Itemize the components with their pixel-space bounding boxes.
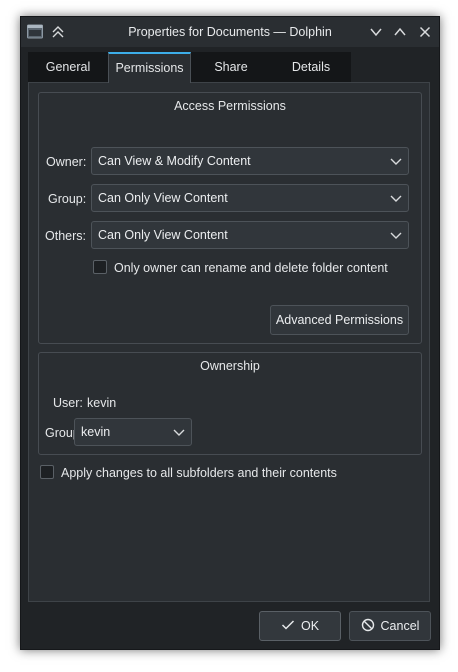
apply-recursive-checkbox-label[interactable]: Apply changes to all subfolders and thei… bbox=[61, 466, 337, 480]
apply-recursive-checkbox[interactable] bbox=[40, 465, 54, 479]
checkmark-icon bbox=[281, 620, 294, 630]
chevron-down-icon bbox=[173, 429, 185, 436]
tab-permissions[interactable]: Permissions bbox=[108, 52, 191, 83]
user-label: User: bbox=[53, 396, 83, 410]
cancel-icon bbox=[361, 619, 374, 632]
chevron-down-icon bbox=[390, 195, 402, 202]
others-permission-value: Can Only View Content bbox=[98, 228, 228, 242]
close-icon[interactable] bbox=[418, 25, 432, 42]
chevron-down-icon bbox=[390, 158, 402, 165]
ok-button-label: OK bbox=[300, 619, 320, 633]
ownership-group: Ownership User: kevin Group: kevin bbox=[38, 352, 422, 455]
access-permissions-group: Access Permissions Owner: Can View & Mod… bbox=[38, 92, 422, 344]
cancel-button[interactable]: Cancel bbox=[349, 611, 431, 641]
advanced-permissions-button[interactable]: Advanced Permissions bbox=[270, 305, 409, 335]
others-permission-select[interactable]: Can Only View Content bbox=[91, 221, 409, 249]
ownership-group-value: kevin bbox=[81, 425, 111, 439]
maximize-icon[interactable] bbox=[393, 25, 407, 42]
ownership-title: Ownership bbox=[200, 359, 260, 373]
ownership-group-select[interactable]: kevin bbox=[74, 418, 192, 446]
minimize-icon[interactable] bbox=[369, 25, 383, 42]
title-bar[interactable]: Properties for Documents — Dolphin bbox=[21, 17, 439, 47]
only-owner-checkbox-label[interactable]: Only owner can rename and delete folder … bbox=[114, 261, 388, 275]
chevron-down-icon bbox=[390, 232, 402, 239]
keep-above-icon[interactable] bbox=[51, 25, 65, 42]
permissions-panel: Access Permissions Owner: Can View & Mod… bbox=[28, 82, 430, 602]
tab-details[interactable]: Details bbox=[271, 52, 351, 82]
properties-dialog: Properties for Documents — Dolphin Gener… bbox=[20, 16, 440, 650]
group-permission-select[interactable]: Can Only View Content bbox=[91, 184, 409, 212]
access-permissions-title: Access Permissions bbox=[174, 99, 286, 113]
tab-share[interactable]: Share bbox=[191, 52, 271, 82]
group-permission-value: Can Only View Content bbox=[98, 191, 228, 205]
user-value: kevin bbox=[87, 396, 117, 410]
folder-icon[interactable] bbox=[27, 24, 43, 42]
only-owner-checkbox[interactable] bbox=[93, 260, 107, 274]
owner-permission-select[interactable]: Can View & Modify Content bbox=[91, 147, 409, 175]
others-label: Others: bbox=[45, 229, 86, 243]
ok-button[interactable]: OK bbox=[259, 611, 341, 641]
cancel-button-label: Cancel bbox=[380, 619, 420, 633]
tab-general[interactable]: General bbox=[28, 52, 108, 82]
owner-permission-value: Can View & Modify Content bbox=[98, 154, 251, 168]
owner-label: Owner: bbox=[46, 155, 87, 169]
group-label: Group: bbox=[48, 192, 87, 206]
